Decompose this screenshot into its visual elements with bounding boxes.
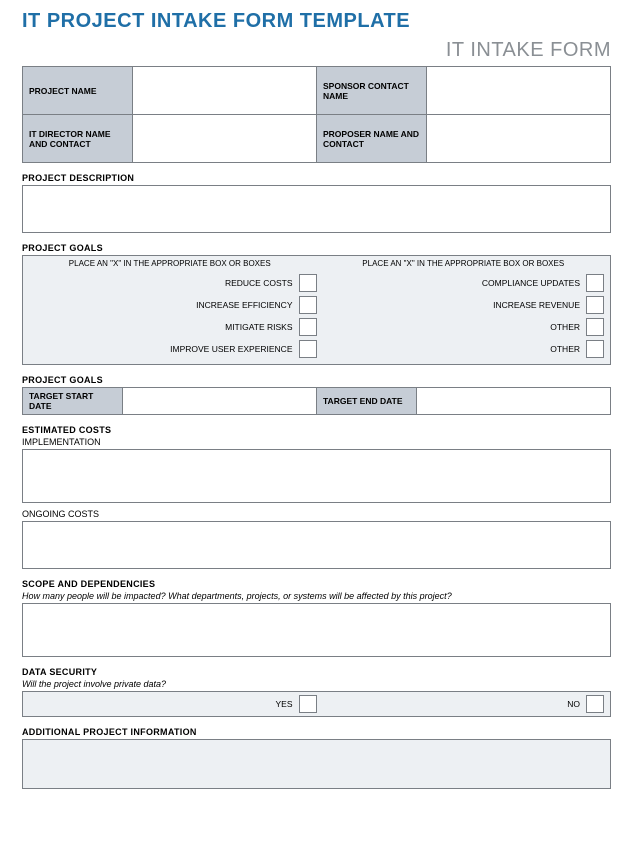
no-label: NO — [567, 699, 586, 709]
scope-title: SCOPE AND DEPENDENCIES — [22, 579, 611, 589]
scope-input[interactable] — [22, 603, 611, 657]
additional-title: ADDITIONAL PROJECT INFORMATION — [22, 727, 611, 737]
goals-box: PLACE AN "X" IN THE APPROPRIATE BOX OR B… — [22, 255, 611, 365]
goal-ux-checkbox[interactable] — [299, 340, 317, 358]
goal-other1-checkbox[interactable] — [586, 318, 604, 336]
ongoing-input[interactable] — [22, 521, 611, 569]
goal-reduce-costs-label: REDUCE COSTS — [225, 278, 299, 288]
sponsor-label: SPONSOR CONTACT NAME — [317, 67, 427, 115]
start-date-input[interactable] — [123, 388, 317, 415]
additional-input[interactable] — [22, 739, 611, 789]
goals-title: PROJECT GOALS — [22, 243, 611, 253]
description-input[interactable] — [22, 185, 611, 233]
goal-ux-label: IMPROVE USER EXPERIENCE — [170, 344, 298, 354]
page-title: IT PROJECT INTAKE FORM TEMPLATE — [0, 0, 621, 39]
header-table: PROJECT NAME SPONSOR CONTACT NAME IT DIR… — [22, 66, 611, 163]
goal-other2-label: OTHER — [550, 344, 586, 354]
yes-label: YES — [275, 699, 298, 709]
end-date-label: TARGET END DATE — [317, 388, 417, 415]
goal-revenue-label: INCREASE REVENUE — [493, 300, 586, 310]
description-title: PROJECT DESCRIPTION — [22, 173, 611, 183]
director-label: IT DIRECTOR NAME AND CONTACT — [23, 115, 133, 163]
goal-revenue-checkbox[interactable] — [586, 296, 604, 314]
proposer-label: PROPOSER NAME AND CONTACT — [317, 115, 427, 163]
project-name-label: PROJECT NAME — [23, 67, 133, 115]
yes-checkbox[interactable] — [299, 695, 317, 713]
form-subtitle: IT INTAKE FORM — [0, 39, 621, 66]
goal-risks-checkbox[interactable] — [299, 318, 317, 336]
proposer-input[interactable] — [427, 115, 611, 163]
costs-title: ESTIMATED COSTS — [22, 425, 611, 435]
goal-compliance-checkbox[interactable] — [586, 274, 604, 292]
implementation-label: IMPLEMENTATION — [22, 437, 611, 447]
sponsor-input[interactable] — [427, 67, 611, 115]
implementation-input[interactable] — [22, 449, 611, 503]
security-subtitle: Will the project involve private data? — [22, 679, 611, 689]
goal-efficiency-label: INCREASE EFFICIENCY — [196, 300, 298, 310]
start-date-label: TARGET START DATE — [23, 388, 123, 415]
no-checkbox[interactable] — [586, 695, 604, 713]
director-input[interactable] — [133, 115, 317, 163]
security-yn-row: YES NO — [22, 691, 611, 717]
project-name-input[interactable] — [133, 67, 317, 115]
goal-compliance-label: COMPLIANCE UPDATES — [482, 278, 586, 288]
ongoing-label: ONGOING COSTS — [22, 509, 611, 519]
scope-subtitle: How many people will be impacted? What d… — [22, 591, 611, 601]
dates-title: PROJECT GOALS — [22, 375, 611, 385]
end-date-input[interactable] — [417, 388, 611, 415]
goal-other2-checkbox[interactable] — [586, 340, 604, 358]
goals-instruction-right: PLACE AN "X" IN THE APPROPRIATE BOX OR B… — [317, 259, 611, 268]
goal-reduce-costs-checkbox[interactable] — [299, 274, 317, 292]
security-title: DATA SECURITY — [22, 667, 611, 677]
goals-instruction-left: PLACE AN "X" IN THE APPROPRIATE BOX OR B… — [23, 259, 317, 268]
dates-table: TARGET START DATE TARGET END DATE — [22, 387, 611, 415]
goal-other1-label: OTHER — [550, 322, 586, 332]
goal-efficiency-checkbox[interactable] — [299, 296, 317, 314]
goal-risks-label: MITIGATE RISKS — [225, 322, 298, 332]
